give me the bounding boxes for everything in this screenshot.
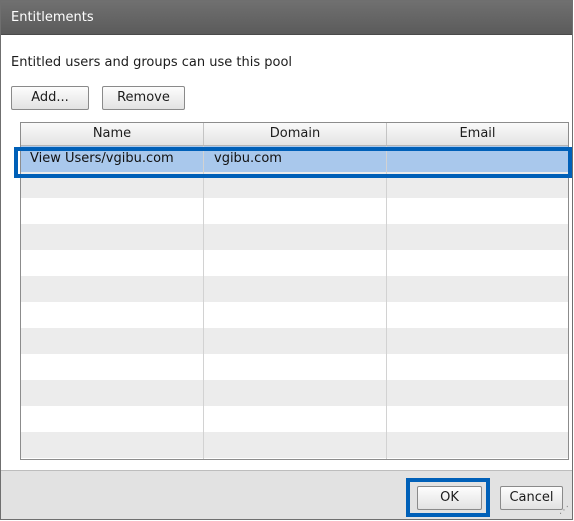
empty-cell	[21, 302, 204, 328]
empty-cell	[204, 198, 387, 224]
entitlements-dialog: Entitlements Entitled users and groups c…	[0, 0, 573, 520]
empty-row	[21, 458, 568, 459]
cell-domain: vgibu.com	[204, 146, 387, 172]
empty-cell	[387, 172, 568, 198]
column-header-domain[interactable]: Domain	[204, 123, 387, 145]
empty-cell	[204, 224, 387, 250]
empty-cell	[204, 328, 387, 354]
empty-cell	[387, 302, 568, 328]
empty-row	[21, 250, 568, 276]
empty-cell	[387, 224, 568, 250]
cell-name: View Users/vgibu.com	[21, 146, 204, 172]
empty-row	[21, 406, 568, 432]
cell-email	[387, 146, 568, 172]
empty-row	[21, 276, 568, 302]
empty-cell	[204, 406, 387, 432]
empty-cell	[204, 276, 387, 302]
empty-cell	[21, 224, 204, 250]
empty-cell	[387, 276, 568, 302]
empty-cell	[204, 380, 387, 406]
empty-cell	[387, 458, 568, 459]
empty-row	[21, 432, 568, 458]
empty-cell	[387, 432, 568, 458]
empty-cell	[21, 198, 204, 224]
empty-cell	[204, 172, 387, 198]
title-bar[interactable]: Entitlements	[1, 1, 572, 35]
dialog-description: Entitled users and groups can use this p…	[11, 55, 293, 70]
empty-cell	[21, 406, 204, 432]
empty-row	[21, 172, 568, 198]
empty-cell	[204, 302, 387, 328]
cancel-button[interactable]: Cancel	[500, 486, 563, 510]
empty-cell	[21, 328, 204, 354]
empty-cell	[387, 354, 568, 380]
empty-cell	[387, 328, 568, 354]
empty-cell	[204, 250, 387, 276]
table-header: Name Domain Email	[21, 123, 568, 146]
empty-cell	[21, 276, 204, 302]
empty-cell	[21, 432, 204, 458]
ok-button[interactable]: OK	[417, 486, 482, 510]
empty-cell	[387, 380, 568, 406]
empty-row	[21, 354, 568, 380]
entitlements-table: Name Domain Email View Users/vgibu.com v…	[20, 122, 569, 460]
remove-button[interactable]: Remove	[102, 86, 185, 110]
empty-row	[21, 198, 568, 224]
column-header-name[interactable]: Name	[21, 123, 204, 145]
empty-row	[21, 328, 568, 354]
empty-cell	[204, 458, 387, 459]
empty-cell	[21, 172, 204, 198]
empty-row	[21, 380, 568, 406]
empty-cell	[387, 250, 568, 276]
empty-cell	[21, 354, 204, 380]
empty-cell	[387, 198, 568, 224]
empty-row	[21, 302, 568, 328]
column-header-email[interactable]: Email	[387, 123, 568, 145]
table-row[interactable]: View Users/vgibu.com vgibu.com	[21, 146, 568, 172]
add-button[interactable]: Add...	[11, 86, 89, 110]
empty-row	[21, 224, 568, 250]
dialog-title: Entitlements	[11, 10, 94, 25]
empty-cell	[204, 354, 387, 380]
dialog-footer	[1, 470, 572, 519]
empty-cell	[21, 380, 204, 406]
table-body: View Users/vgibu.com vgibu.com	[21, 146, 568, 459]
empty-cell	[21, 458, 204, 459]
empty-cell	[204, 432, 387, 458]
empty-cell	[21, 250, 204, 276]
resize-grip-icon[interactable]: ⋰	[559, 506, 569, 516]
empty-cell	[387, 406, 568, 432]
